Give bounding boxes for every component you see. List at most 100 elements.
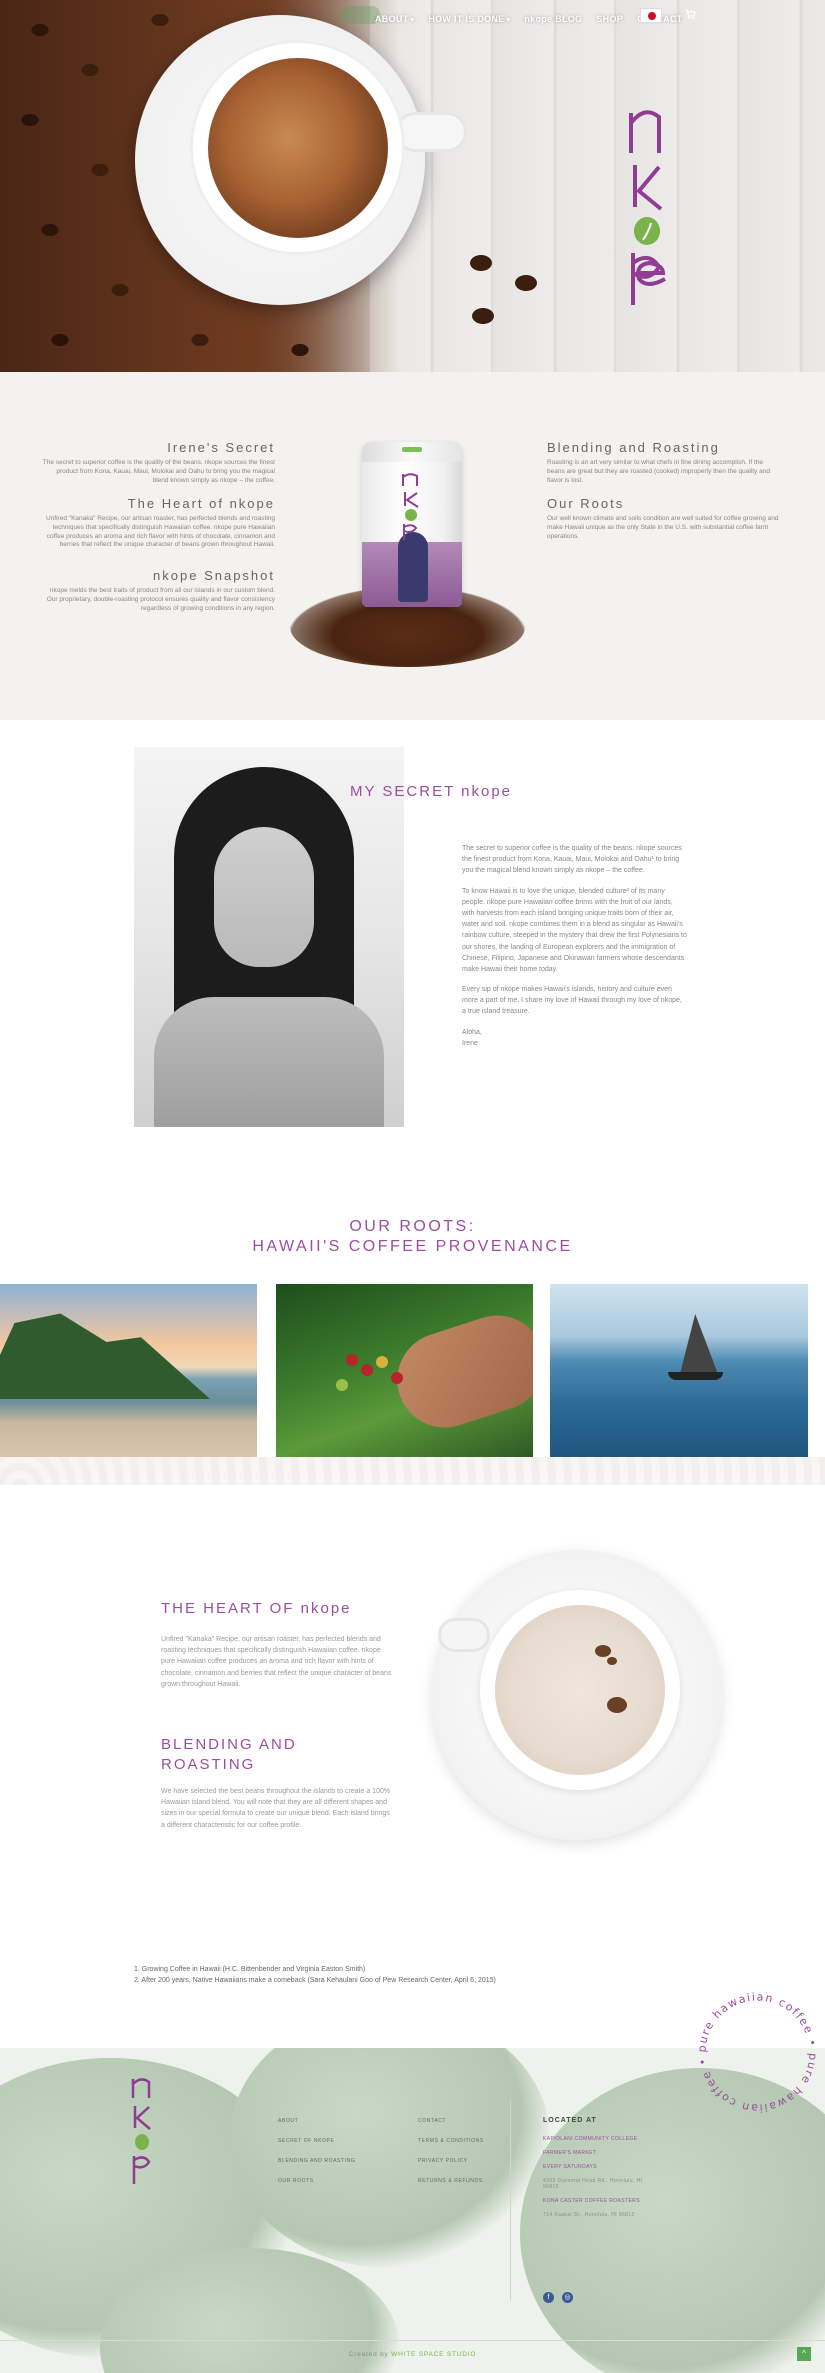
sail-shape [680, 1314, 718, 1374]
blending-text: We have selected the best beans througho… [161, 1788, 391, 1829]
heart-text: Unfired "Kanaka" Recipe, our artisan roa… [161, 1636, 392, 1688]
hull-shape [668, 1372, 723, 1380]
heart-cup-handle [438, 1618, 490, 1652]
portrait-body [154, 997, 384, 1127]
mountain-shape [0, 1313, 210, 1399]
intro-block-heart: The Heart of nkope Unfired "Kanaka" Reci… [40, 496, 275, 550]
footer-credit: Created by WHITE SPACE STUDIO [0, 2351, 825, 2358]
cherry [361, 1364, 373, 1376]
footer-locations: LOCATED AT KAPIOLANI COMMUNITY COLLEGE F… [543, 2117, 653, 2226]
footer-link-secret[interactable]: SECRET OF nkope [278, 2138, 355, 2144]
intro-block-text: nkope melds the best traits of product f… [46, 587, 275, 612]
loose-bean [472, 308, 494, 324]
nav-item-how-it-is-done[interactable]: HOW IT IS DONE ▾ [428, 14, 510, 24]
locations-title: LOCATED AT [543, 2117, 597, 2124]
decorative-wave-strip [0, 1457, 825, 1485]
nav-item-label: ABOUT [375, 14, 409, 24]
footer-link-returns[interactable]: RETURNS & REFUNDS [418, 2178, 484, 2184]
location-link[interactable]: FARMER'S MARKET [543, 2150, 653, 2156]
cart-glyph [685, 9, 696, 19]
footer-link-roots[interactable]: OUR ROOTS [278, 2178, 355, 2184]
hand-shape [384, 1303, 533, 1440]
footer-links-col2: CONTACT TERMS & CONDITIONS PRIVACY POLIC… [418, 2118, 484, 2198]
cherry [391, 1372, 403, 1384]
nkope-logo[interactable] [625, 105, 675, 305]
cherry [336, 1379, 348, 1391]
hero-cup-handle [395, 112, 467, 152]
secret-paragraph: The secret to superior coffee is the qua… [462, 845, 682, 875]
footnote: 1. Growing Coffee in Hawaii (H.C. Bitten… [134, 1966, 366, 1973]
main-nav: ABOUT▾ HOW IT IS DONE▾ nkope BLOG SHOP C… [375, 8, 683, 30]
nav-item-about[interactable]: ABOUT ▾ [375, 14, 414, 24]
cherry [346, 1354, 358, 1366]
intro-block-text: Roasting is an art very similar to what … [547, 459, 770, 484]
coffee-cherries-image [276, 1284, 533, 1457]
loose-bean [470, 255, 492, 271]
location-link[interactable]: KAPIOLANI COMMUNITY COLLEGE [543, 2136, 653, 2142]
secret-paragraph: To know Hawaii is to love the unique, bl… [462, 887, 687, 973]
cherry [376, 1356, 388, 1368]
irene-portrait [134, 747, 404, 1127]
location-address: 4303 Diamond Head Rd., Honolulu, HI 9681… [543, 2178, 643, 2190]
intro-block-title: Irene's Secret [167, 440, 275, 455]
footer-link-terms[interactable]: TERMS & CONDITIONS [418, 2138, 484, 2144]
nav-item-label: SHOP [596, 14, 624, 24]
foam-spot [595, 1645, 611, 1657]
secret-signoff: Aloha, Irene [462, 1028, 482, 1047]
cart-icon[interactable] [683, 8, 697, 22]
instagram-icon[interactable]: ◎ [562, 2292, 573, 2303]
canister-lid [362, 442, 462, 462]
chevron-down-icon: ▾ [506, 17, 511, 24]
loose-bean [515, 275, 537, 291]
facebook-icon[interactable]: f [543, 2292, 554, 2303]
nav-item-shop[interactable]: SHOP [596, 14, 623, 24]
canister-knob [402, 447, 422, 452]
intro-block-text: The secret to superior coffee is the qua… [42, 459, 275, 484]
credit-link[interactable]: WHITE SPACE STUDIO [391, 2351, 476, 2358]
footer-link-blending[interactable]: BLENDING AND ROASTING [278, 2158, 355, 2164]
intro-block-title: Our Roots [547, 496, 625, 511]
nav-item-label: HOW IT IS DONE [428, 14, 505, 24]
flag-dot [648, 12, 656, 20]
foam-spot [607, 1697, 627, 1713]
roots-title-line: OUR ROOTS: [349, 1218, 476, 1235]
footer-link-about[interactable]: ABOUT [278, 2118, 355, 2124]
roots-title: OUR ROOTS: HAWAII'S COFFEE PROVENANCE [0, 1217, 825, 1257]
ocean-sailboat-image [550, 1284, 808, 1457]
footer-nkope-logo[interactable] [130, 2076, 154, 2186]
secret-title: MY SECRET nkope [350, 783, 513, 800]
intro-block-title: nkope Snapshot [153, 568, 275, 583]
footer-links-col1: ABOUT SECRET OF nkope BLENDING AND ROAST… [278, 2118, 355, 2198]
secret-paragraph: Every sip of nkope makes Hawaii's island… [462, 986, 682, 1016]
footer-link-contact[interactable]: CONTACT [418, 2118, 484, 2124]
location-link[interactable]: KONA CASTER COFFEE ROASTERS [543, 2198, 653, 2204]
nav-item-blog[interactable]: nkope BLOG [524, 14, 582, 24]
hero-coffee [208, 58, 388, 238]
nav-brush-accent [340, 6, 380, 24]
secret-text: The secret to superior coffee is the qua… [462, 843, 687, 1058]
intro-block-blending: Blending and Roasting Roasting is an art… [547, 440, 782, 485]
intro-block-snapshot: nkope Snapshot nkope melds the best trai… [40, 568, 275, 613]
location-link[interactable]: EVERY SATURDAYS [543, 2164, 653, 2170]
heart-title: THE HEART OF nkope [161, 1600, 352, 1617]
chevron-down-icon: ▾ [410, 17, 415, 24]
footer-divider [510, 2100, 511, 2300]
intro-block-text: Unfired "Kanaka" Recipe, our artisan roa… [46, 515, 275, 549]
page: ABOUT▾ HOW IT IS DONE▾ nkope BLOG SHOP C… [0, 0, 825, 2373]
beach-image [0, 1284, 257, 1457]
japan-flag-icon[interactable] [640, 8, 662, 23]
pure-hawaiian-coffee-badge: pure hawaiian coffee • pure hawaiian cof… [695, 1990, 819, 2114]
intro-block-irenes-secret: Irene's Secret The secret to superior co… [40, 440, 275, 485]
badge-ring-text: pure hawaiian coffee • pure hawaiian cof… [695, 1990, 818, 2114]
wood-planks [370, 0, 825, 372]
credit-prefix: Created by [348, 2351, 389, 2358]
scroll-to-top-button[interactable]: ^ [797, 2347, 811, 2361]
svg-text:pure hawaiian coffee • pure ha: pure hawaiian coffee • pure hawaiian cof… [695, 1990, 819, 2114]
canister-figure [398, 532, 428, 602]
roots-title-line: HAWAII'S COFFEE PROVENANCE [252, 1238, 573, 1255]
nav-item-label: nkope BLOG [524, 14, 583, 24]
footnote: 2. After 200 years, Native Hawaiians mak… [134, 1977, 496, 1985]
intro-block-title: Blending and Roasting [547, 440, 720, 455]
footer-link-privacy[interactable]: PRIVACY POLICY [418, 2158, 484, 2164]
location-address: 714 Kaakai St., Honolulu, HI 96813 [543, 2212, 635, 2218]
